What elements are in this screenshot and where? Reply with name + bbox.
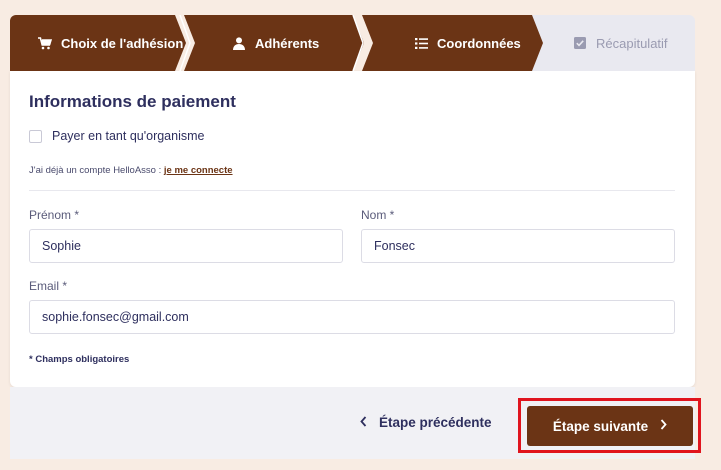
lastname-label: Nom * xyxy=(361,208,395,222)
login-link[interactable]: je me connecte xyxy=(164,165,233,176)
step-label: Coordonnées xyxy=(437,35,521,51)
email-label: Email * xyxy=(29,279,68,293)
firstname-label: Prénom * xyxy=(29,208,80,222)
firstname-input[interactable]: Sophie xyxy=(29,229,343,263)
next-step-label: Étape suivante xyxy=(552,418,649,434)
list-icon xyxy=(414,36,428,50)
email-input[interactable]: sophie.fonsec@gmail.com xyxy=(29,300,675,334)
step-coordonnees[interactable]: Coordonnées xyxy=(362,15,543,71)
payment-info-card: Informations de paiement Payer en tant q… xyxy=(10,71,695,387)
section-title: Informations de paiement xyxy=(29,92,236,111)
step-label: Choix de l'adhésion xyxy=(61,35,184,51)
chevron-right-icon xyxy=(660,419,667,433)
org-checkbox-label: Payer en tant qu'organisme xyxy=(52,129,205,143)
checkout-stepper: Choix de l'adhésion Adhérents Coordonnée… xyxy=(10,15,695,71)
required-fields-note: * Champs obligatoires xyxy=(29,354,130,365)
firstname-value: Sophie xyxy=(42,239,81,253)
divider xyxy=(29,190,675,191)
email-value: sophie.fonsec@gmail.com xyxy=(42,310,189,324)
step-label: Adhérents xyxy=(255,35,320,51)
lastname-input[interactable]: Fonsec xyxy=(361,229,675,263)
step-label: Récapitulatif xyxy=(596,35,668,51)
previous-step-label: Étape précédente xyxy=(379,415,492,430)
chevron-left-icon xyxy=(360,415,367,430)
check-square-icon xyxy=(573,36,587,50)
next-step-button[interactable]: Étape suivante xyxy=(527,406,693,446)
account-login-line: J'ai déjà un compte HelloAsso : je me co… xyxy=(29,165,233,176)
org-checkbox[interactable] xyxy=(29,129,42,143)
account-text: J'ai déjà un compte HelloAsso : xyxy=(29,165,164,176)
step-recapitulatif: Récapitulatif xyxy=(531,15,695,71)
step-choix-adhesion[interactable]: Choix de l'adhésion xyxy=(10,15,186,71)
org-checkbox-row[interactable]: Payer en tant qu'organisme xyxy=(29,129,204,143)
previous-step-button[interactable]: Étape précédente xyxy=(360,415,492,430)
user-icon xyxy=(232,36,246,50)
lastname-value: Fonsec xyxy=(374,239,415,253)
cart-icon xyxy=(38,36,52,50)
step-adherents[interactable]: Adhérents xyxy=(184,15,364,71)
